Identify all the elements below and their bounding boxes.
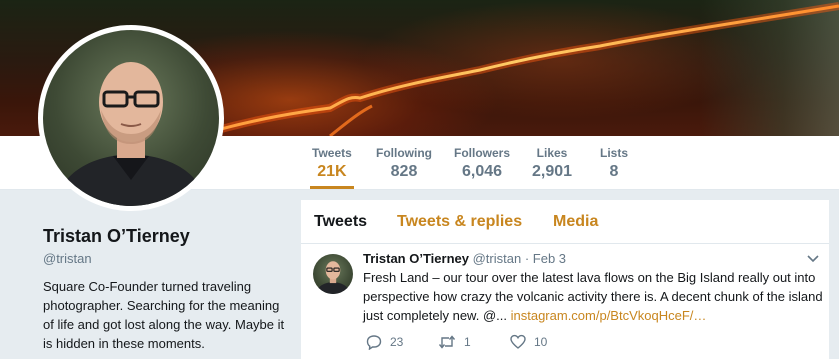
profile-handle[interactable]: @tristan bbox=[43, 251, 92, 266]
stat-value: 828 bbox=[390, 163, 418, 180]
stat-label: Following bbox=[376, 146, 432, 160]
profile-bio: Square Co-Founder turned traveling photo… bbox=[43, 279, 285, 351]
stat-label: Likes bbox=[536, 146, 568, 160]
stat-value: 8 bbox=[609, 163, 619, 180]
stat-label: Lists bbox=[600, 146, 629, 160]
like-count: 10 bbox=[534, 335, 548, 349]
timeline: Tweets Tweets & replies Media Tristan O’… bbox=[301, 200, 829, 359]
tweet-actions: 23 1 10 bbox=[363, 334, 663, 352]
retweet-button[interactable]: 1 bbox=[438, 334, 471, 350]
stat-label: Tweets bbox=[312, 146, 352, 160]
retweet-icon bbox=[438, 335, 456, 349]
stat-value: 2,901 bbox=[532, 163, 573, 180]
tweet-link[interactable]: instagram.com/p/BtcVkoqHceF/… bbox=[511, 308, 707, 323]
reply-count: 23 bbox=[390, 335, 404, 349]
active-tab-underline bbox=[310, 186, 354, 189]
person-avatar-image bbox=[315, 261, 351, 294]
profile-name[interactable]: Tristan O’Tierney bbox=[43, 226, 190, 247]
retweet-count: 1 bbox=[464, 335, 471, 349]
heart-icon bbox=[510, 334, 526, 349]
timeline-tabs: Tweets Tweets & replies Media bbox=[301, 200, 829, 244]
stat-label: Followers bbox=[454, 146, 511, 160]
stat-following[interactable]: Following 828 bbox=[376, 146, 432, 181]
stat-followers[interactable]: Followers 6,046 bbox=[454, 146, 510, 181]
like-button[interactable]: 10 bbox=[510, 334, 547, 350]
stat-tweets[interactable]: Tweets 21K bbox=[310, 146, 354, 189]
tweet-avatar[interactable] bbox=[313, 254, 353, 294]
stat-value: 6,046 bbox=[461, 163, 503, 180]
tweet-separator: · bbox=[524, 251, 530, 266]
tweet-author-name[interactable]: Tristan O’Tierney bbox=[363, 251, 469, 266]
person-avatar-image bbox=[53, 62, 209, 206]
tweet-header: Tristan O’Tierney @tristan · Feb 3 bbox=[363, 251, 566, 266]
stat-value: 21K bbox=[317, 163, 347, 180]
tab-tweets[interactable]: Tweets bbox=[314, 213, 367, 231]
tweet-item[interactable]: Tristan O’Tierney @tristan · Feb 3 Fresh… bbox=[301, 245, 829, 359]
chevron-down-icon[interactable] bbox=[806, 251, 820, 265]
stat-lists[interactable]: Lists 8 bbox=[600, 146, 628, 181]
tab-media[interactable]: Media bbox=[553, 213, 598, 231]
tweet-date[interactable]: Feb 3 bbox=[533, 251, 566, 266]
profile-avatar[interactable] bbox=[38, 25, 224, 211]
reply-icon bbox=[366, 335, 382, 350]
reply-button[interactable]: 23 bbox=[366, 334, 403, 350]
tab-tweets-and-replies[interactable]: Tweets & replies bbox=[397, 213, 522, 231]
stat-likes[interactable]: Likes 2,901 bbox=[532, 146, 572, 181]
tweet-text: Fresh Land – our tour over the latest la… bbox=[363, 268, 823, 325]
tweet-author-handle[interactable]: @tristan bbox=[473, 251, 522, 266]
